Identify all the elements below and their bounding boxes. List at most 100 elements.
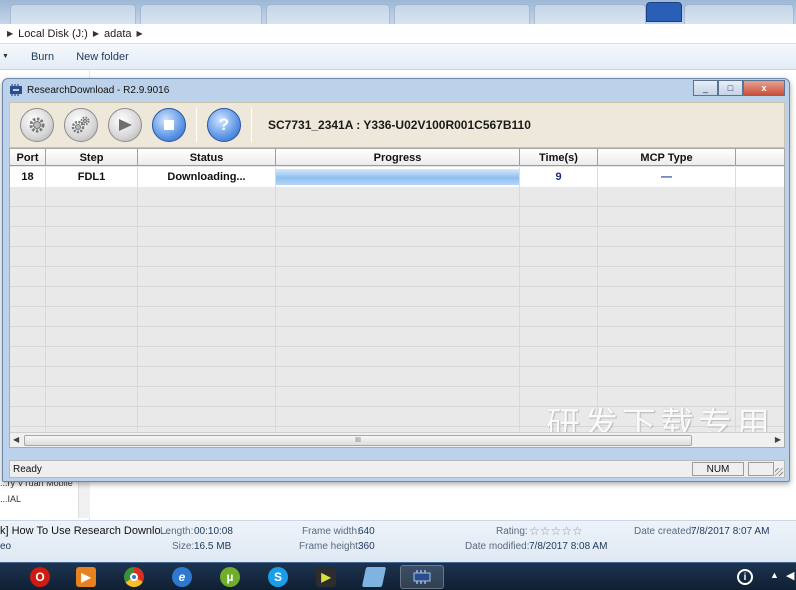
browser-tab[interactable] (394, 4, 530, 24)
taskbar-skype[interactable]: S (256, 565, 300, 589)
cell-step: FDL1 (46, 167, 138, 187)
frame-width-value: 640 (358, 526, 375, 537)
date-created-value: 7/8/2017 8:07 AM (691, 526, 770, 537)
media-player-icon: ▶ (76, 567, 96, 587)
taskbar-video-player[interactable]: ▶ (304, 565, 348, 589)
scrollbar-thumb[interactable]: III (24, 435, 692, 446)
video-player-icon: ▶ (316, 567, 336, 587)
frame-height-value: 360 (358, 541, 375, 552)
grid-column-line (45, 187, 46, 432)
settings-button[interactable] (64, 108, 98, 142)
column-header-empty (736, 149, 784, 166)
table-row[interactable]: 18 FDL1 Downloading... 9 — (10, 167, 784, 187)
cell-mcp-type: — (598, 167, 736, 187)
tray-expand-icon[interactable]: ▲ (770, 570, 779, 580)
file-type: eo (0, 541, 12, 552)
horizontal-scrollbar[interactable]: ◀ III ▶ (10, 432, 784, 447)
column-header-status[interactable]: Status (138, 149, 276, 166)
caption-buttons: _ □ x (693, 80, 785, 96)
rating-label: Rating: (496, 526, 528, 537)
internet-explorer-icon: e (172, 567, 192, 587)
skype-icon: S (268, 567, 288, 587)
cell-empty (736, 167, 784, 187)
column-header-port[interactable]: Port (10, 149, 46, 166)
new-folder-button[interactable]: New folder (76, 51, 129, 63)
command-bar: ▼ Burn New folder (0, 44, 796, 70)
taskbar-internet-explorer[interactable]: e (160, 565, 204, 589)
volume-icon[interactable]: ◀ (786, 569, 794, 582)
start-button[interactable] (108, 108, 142, 142)
burn-button[interactable]: Burn (31, 51, 54, 63)
grid-header: Port Step Status Progress Time(s) MCP Ty… (10, 149, 784, 166)
cell-progress (276, 167, 520, 187)
size-value: 16.5 MB (194, 541, 232, 552)
taskbar-chrome[interactable] (112, 565, 156, 589)
stop-button[interactable] (152, 108, 186, 142)
browser-tab-strip (0, 0, 796, 24)
taskbar-utorrent[interactable]: µ (208, 565, 252, 589)
research-download-icon (413, 570, 431, 584)
cell-status: Downloading... (138, 167, 276, 187)
tray-action-center[interactable]: i (728, 565, 762, 589)
grid-column-line (275, 187, 276, 432)
utorrent-icon: µ (220, 567, 240, 587)
taskbar-research-download[interactable] (400, 565, 444, 589)
grid-column-line (519, 187, 520, 432)
breadcrumb-item[interactable]: Local Disk (J:) (18, 28, 88, 40)
resize-grip[interactable] (775, 468, 783, 476)
help-button[interactable]: ? (207, 108, 241, 142)
info-icon: i (737, 569, 753, 585)
app-icon (10, 84, 22, 96)
frame-height-label: Frame height: (299, 541, 361, 552)
minimize-button[interactable]: _ (693, 80, 718, 96)
date-modified-value: 7/8/2017 8:08 AM (529, 541, 608, 552)
chevron-down-icon[interactable]: ▼ (2, 53, 9, 60)
device-label: SC7731_2341A : Y336-U02V100R001C567B110 (268, 118, 531, 132)
cell-port: 18 (10, 167, 46, 187)
toolbar-divider (251, 108, 252, 142)
opera-icon: O (30, 567, 50, 587)
rating-stars-icon[interactable]: ☆☆☆☆☆ (529, 524, 583, 538)
taskbar-media-player[interactable]: ▶ (64, 565, 108, 589)
close-button[interactable]: x (743, 80, 785, 96)
chevron-right-icon: ▶ (136, 29, 143, 38)
port-grid: Port Step Status Progress Time(s) MCP Ty… (9, 148, 785, 448)
status-text: Ready (13, 463, 42, 475)
gears-icon (71, 116, 90, 134)
browser-tab-active[interactable] (646, 2, 682, 22)
column-header-progress[interactable]: Progress (276, 149, 520, 166)
column-header-step[interactable]: Step (46, 149, 138, 166)
grid-column-line (735, 187, 736, 432)
app-toolbar: ? SC7731_2341A : Y336-U02V100R001C567B11… (9, 102, 785, 148)
nav-item[interactable]: ...IAL (0, 494, 21, 504)
column-header-mcp-type[interactable]: MCP Type (598, 149, 736, 166)
notepad-icon (361, 567, 387, 587)
browser-tab[interactable] (140, 4, 262, 24)
taskbar-notepad[interactable] (352, 565, 396, 589)
stop-icon (164, 120, 174, 130)
scroll-right-arrow-icon[interactable]: ▶ (775, 435, 781, 444)
date-modified-label: Date modified: (465, 541, 530, 552)
window-titlebar[interactable]: ResearchDownload - R2.9.9016 _ □ x (3, 79, 789, 101)
address-bar[interactable]: ▶ Local Disk (J:) ▶ adata ▶ (0, 24, 796, 44)
status-bar: Ready NUM (9, 460, 785, 478)
research-download-window: ResearchDownload - R2.9.9016 _ □ x ? SC7… (2, 78, 790, 482)
length-label: Length: (160, 526, 194, 537)
browser-tab[interactable] (534, 4, 646, 24)
column-header-time[interactable]: Time(s) (520, 149, 598, 166)
cell-time: 9 (520, 167, 598, 187)
num-lock-indicator: NUM (692, 462, 744, 476)
chrome-icon (124, 567, 144, 587)
toolbar-divider (196, 108, 197, 142)
taskbar: O ▶ e µ S ▶ i ▲ ◀ (0, 562, 796, 590)
maximize-button[interactable]: □ (718, 80, 743, 96)
browser-tab[interactable] (10, 4, 136, 24)
browser-tab[interactable] (684, 4, 794, 24)
gear-icon (29, 117, 45, 133)
breadcrumb-item[interactable]: adata (104, 28, 132, 40)
play-icon (119, 119, 132, 131)
taskbar-opera[interactable]: O (18, 565, 62, 589)
scroll-left-arrow-icon[interactable]: ◀ (13, 435, 19, 444)
load-packet-button[interactable] (20, 108, 54, 142)
browser-tab[interactable] (266, 4, 390, 24)
